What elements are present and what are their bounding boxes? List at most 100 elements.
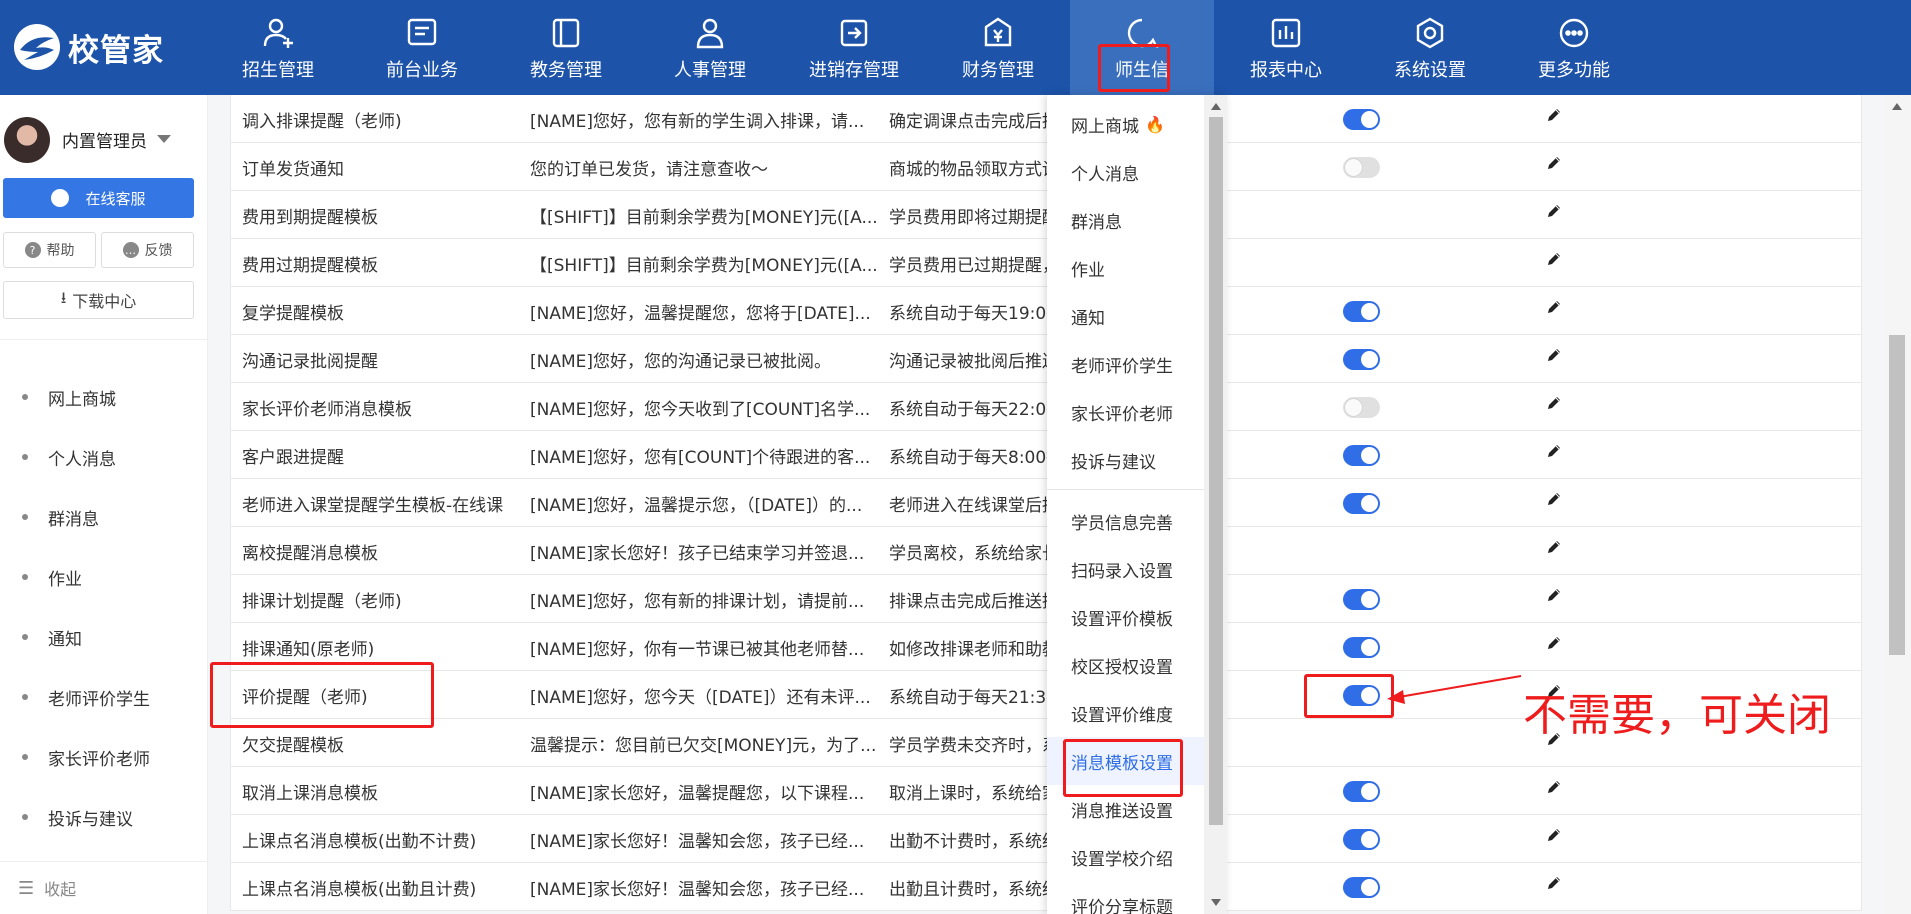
enable-toggle[interactable] xyxy=(1343,445,1380,466)
table-row: 家长评价老师消息模板 [NAME]您好，您今天收到了[COUNT]名学... 系统自… xyxy=(231,383,1861,431)
edit-pencil-icon[interactable] xyxy=(1545,538,1563,556)
online-service-button[interactable]: 在线客服 xyxy=(3,178,194,218)
download-center-button[interactable]: ⭳ 下载中心 xyxy=(3,281,194,319)
edit-pencil-icon[interactable] xyxy=(1545,778,1563,796)
template-content: 【[SHIFT]】目前剩余学费为[MONEY]元([A... xyxy=(530,208,878,228)
dropdown-item-teacher-evaluate-student[interactable]: 老师评价学生 xyxy=(1047,340,1204,388)
edit-pencil-icon[interactable] xyxy=(1545,106,1563,124)
template-content: [NAME]您好，温馨提示您，（[DATE]）的... xyxy=(530,496,863,516)
user-name[interactable]: 内置管理员 xyxy=(62,127,147,152)
nav-finance[interactable]: 财务管理 xyxy=(933,12,1063,82)
edit-pencil-icon[interactable] xyxy=(1545,586,1563,604)
logo[interactable]: 校管家 xyxy=(14,22,164,72)
template-content: [NAME]您好，您有[COUNT]个待跟进的客... xyxy=(530,448,871,468)
dropdown-item-student-info[interactable]: 学员信息完善 xyxy=(1047,497,1204,545)
sidebar-item-notice[interactable]: 通知 xyxy=(0,617,208,657)
scroll-up-icon[interactable] xyxy=(1892,103,1902,110)
fire-icon: 🔥 xyxy=(1145,114,1165,134)
enable-toggle[interactable] xyxy=(1343,829,1380,850)
table-row: 老师进入课堂提醒学生模板-在线课 [NAME]您好，温馨提示您，（[DATE]）的… xyxy=(231,479,1861,527)
enable-toggle[interactable] xyxy=(1343,157,1380,178)
template-name: 调入排课提醒（老师) xyxy=(242,112,402,132)
avatar[interactable] xyxy=(4,117,50,163)
dropdown-item-parent-evaluate-teacher[interactable]: 家长评价老师 xyxy=(1047,388,1204,436)
scroll-thumb[interactable] xyxy=(1889,335,1905,655)
dropdown-item-campus-authorization[interactable]: 校区授权设置 xyxy=(1047,641,1204,689)
nav-academic[interactable]: 教务管理 xyxy=(501,12,631,82)
nav-more[interactable]: 更多功能 xyxy=(1509,12,1639,82)
logo-text: 校管家 xyxy=(68,32,164,69)
download-icon: ⭳ xyxy=(60,287,67,307)
nav-inventory[interactable]: 进销存管理 xyxy=(789,12,919,82)
sidebar-item-personal-message[interactable]: 个人消息 xyxy=(0,437,208,477)
nav-front-desk[interactable]: 前台业务 xyxy=(357,12,487,82)
table-row: 订单发货通知 您的订单已发货，请注意查收～ 商城的物品领取方式设为快递 xyxy=(231,143,1861,191)
enable-toggle[interactable] xyxy=(1343,349,1380,370)
feedback-button[interactable]: … 反馈 xyxy=(101,232,194,268)
sidebar-item-complaints[interactable]: 投诉与建议 xyxy=(0,797,208,837)
dropdown-item-notice[interactable]: 通知 xyxy=(1047,292,1204,340)
table-row: 上课点名消息模板(出勤且计费) [NAME]家长您好！温馨知会您，孩子已经... 出… xyxy=(231,863,1861,911)
enable-toggle[interactable] xyxy=(1343,301,1380,322)
nav-enrollment[interactable]: 招生管理 xyxy=(213,12,343,82)
hexagon-gear-icon xyxy=(1416,17,1444,49)
edit-pencil-icon[interactable] xyxy=(1545,202,1563,220)
help-button[interactable]: ? 帮助 xyxy=(3,232,96,268)
sidebar-item-online-mall[interactable]: 网上商城 xyxy=(0,377,208,417)
edit-pencil-icon[interactable] xyxy=(1545,298,1563,316)
dropdown-item-complaints[interactable]: 投诉与建议 xyxy=(1047,436,1204,484)
dropdown-scrollbar[interactable] xyxy=(1204,95,1227,914)
template-content: [NAME]您好，您有新的学生调入排课，请... xyxy=(530,112,865,132)
template-name: 客户跟进提醒 xyxy=(242,448,344,468)
sidebar-item-group-message[interactable]: 群消息 xyxy=(0,497,208,537)
dropdown-item-personal-message[interactable]: 个人消息 xyxy=(1047,148,1204,196)
enable-toggle[interactable] xyxy=(1343,589,1380,610)
dropdown-item-evaluation-template[interactable]: 设置评价模板 xyxy=(1047,593,1204,641)
sidebar-item-homework[interactable]: 作业 xyxy=(0,557,208,597)
table-row: 沟通记录批阅提醒 [NAME]您好，您的沟通记录已被批阅。 沟通记录被批阅后推送 xyxy=(231,335,1861,383)
edit-pencil-icon[interactable] xyxy=(1545,874,1563,892)
nav-reports[interactable]: 报表中心 xyxy=(1221,12,1351,82)
nav-hr[interactable]: 人事管理 xyxy=(645,12,775,82)
edit-pencil-icon[interactable] xyxy=(1545,634,1563,652)
sidebar-item-parent-evaluate-teacher[interactable]: 家长评价老师 xyxy=(0,737,208,777)
annotation-highlight-row xyxy=(210,662,434,728)
edit-pencil-icon[interactable] xyxy=(1545,826,1563,844)
template-content: [NAME]您好，您今天收到了[COUNT]名学... xyxy=(530,400,871,420)
template-name: 费用到期提醒模板 xyxy=(242,208,378,228)
scroll-down-icon[interactable] xyxy=(1211,899,1221,906)
edit-pencil-icon[interactable] xyxy=(1545,394,1563,412)
dropdown-item-school-intro[interactable]: 设置学校介绍 xyxy=(1047,833,1204,881)
template-content: [NAME]家长您好，温馨提醒您，以下课程... xyxy=(530,784,865,804)
nav-system-settings[interactable]: 系统设置 xyxy=(1365,12,1495,82)
vertical-scrollbar[interactable] xyxy=(1883,95,1911,914)
edit-pencil-icon[interactable] xyxy=(1545,442,1563,460)
scroll-thumb[interactable] xyxy=(1209,117,1223,825)
dropdown-item-share-title[interactable]: 评价分享标题 xyxy=(1047,881,1204,914)
dropdown-item-evaluation-dimension[interactable]: 设置评价维度 xyxy=(1047,689,1204,737)
dropdown-item-homework[interactable]: 作业 xyxy=(1047,244,1204,292)
enable-toggle[interactable] xyxy=(1343,493,1380,514)
annotation-highlight-toggle xyxy=(1304,674,1394,718)
table-row: 费用过期提醒模板 【[SHIFT]】目前剩余学费为[MONEY]元([A... 学员… xyxy=(231,239,1861,287)
enable-toggle[interactable] xyxy=(1343,397,1380,418)
person-icon xyxy=(696,18,724,49)
sidebar-item-teacher-evaluate-student[interactable]: 老师评价学生 xyxy=(0,677,208,717)
dropdown-item-group-message[interactable]: 群消息 xyxy=(1047,196,1204,244)
chevron-down-icon[interactable] xyxy=(157,135,171,143)
table-row: 上课点名消息模板(出勤不计费) [NAME]家长您好！温馨知会您，孩子已经... 出… xyxy=(231,815,1861,863)
dropdown-item-online-mall[interactable]: 网上商城 🔥 xyxy=(1047,100,1204,148)
edit-pencil-icon[interactable] xyxy=(1545,490,1563,508)
enable-toggle[interactable] xyxy=(1343,781,1380,802)
enable-toggle[interactable] xyxy=(1343,109,1380,130)
collapse-button[interactable]: ☰ 收起 xyxy=(0,861,208,914)
annotation-highlight-menu xyxy=(1063,739,1183,797)
scroll-up-icon[interactable] xyxy=(1211,103,1221,110)
enable-toggle[interactable] xyxy=(1343,877,1380,898)
edit-pencil-icon[interactable] xyxy=(1545,154,1563,172)
table-row: 离校提醒消息模板 [NAME]家长您好！孩子已结束学习并签退... 学员离校，系统给… xyxy=(231,527,1861,575)
dropdown-item-qr-entry[interactable]: 扫码录入设置 xyxy=(1047,545,1204,593)
edit-pencil-icon[interactable] xyxy=(1545,250,1563,268)
enable-toggle[interactable] xyxy=(1343,637,1380,658)
edit-pencil-icon[interactable] xyxy=(1545,346,1563,364)
